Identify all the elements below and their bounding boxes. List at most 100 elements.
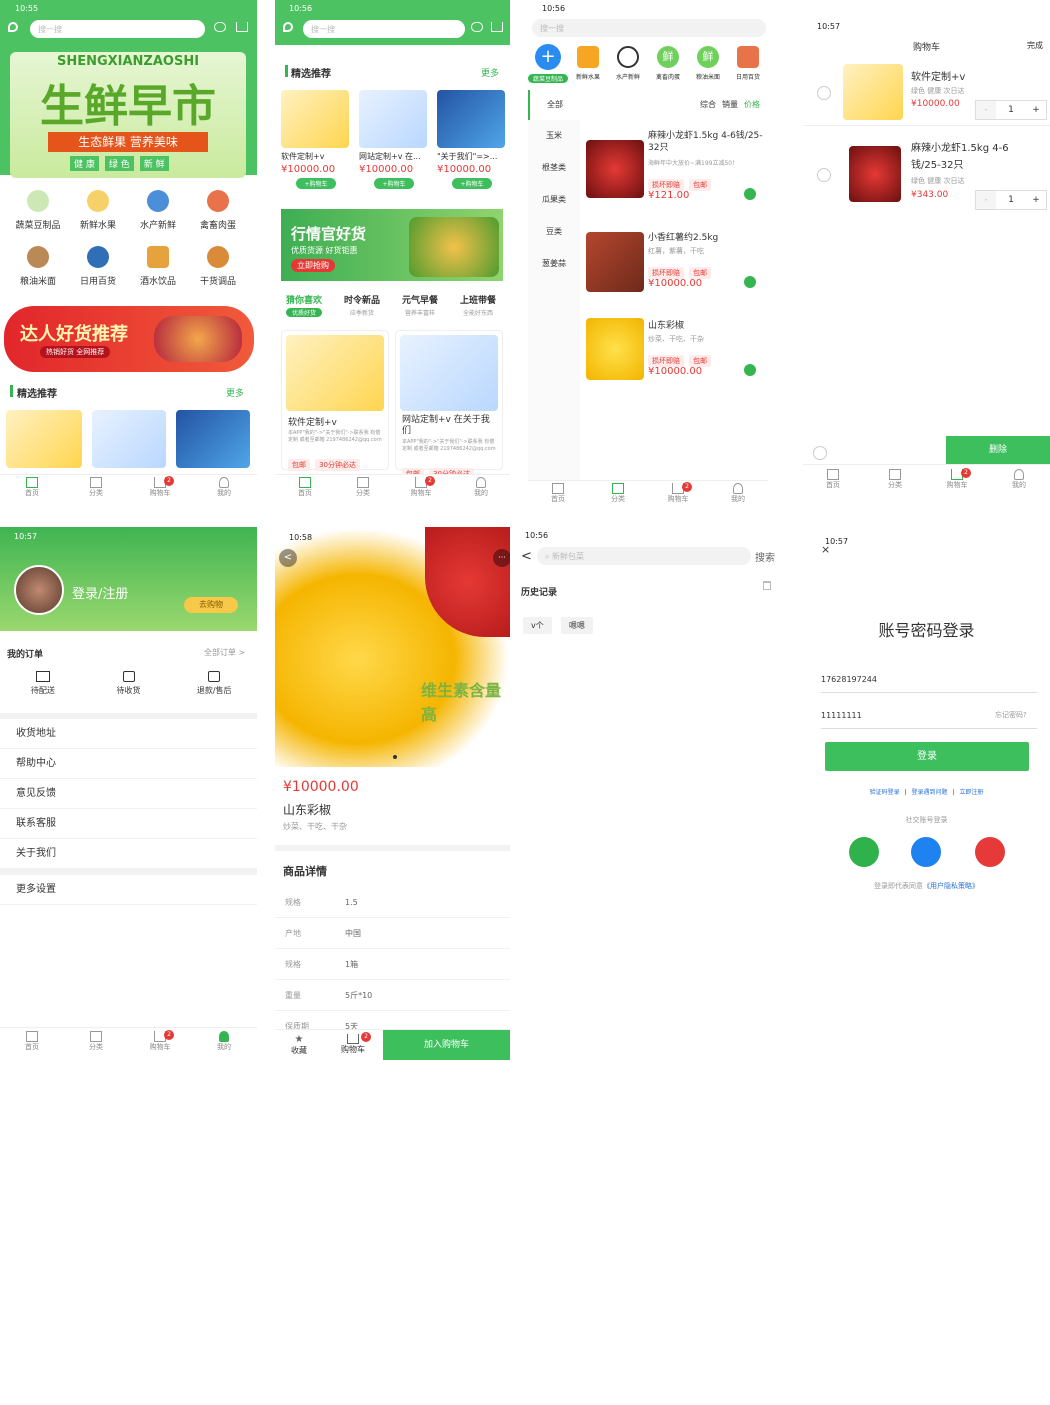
promo-banner[interactable]: 达人好货推荐 热销好货 全网推荐 [4,306,254,372]
menu-help[interactable]: 帮助中心 [0,749,257,779]
order-refund[interactable]: 退款/售后 [171,671,257,715]
back-icon[interactable]: < [279,549,297,567]
top-cat[interactable]: 水产新鲜 [608,44,648,83]
minus-button[interactable]: - [976,101,996,119]
product-row[interactable]: 小香红薯约2.5kg 红薯，紫薯，干吃 损坏即赔 包邮 ¥10000.00 [586,226,768,306]
search-button[interactable]: 搜索 [755,549,775,564]
search-input[interactable]: 搜一搜 [30,20,205,38]
category-seafood[interactable]: 水产新鲜 [128,190,188,231]
menu-about[interactable]: 关于我们 [0,839,257,869]
feed-card[interactable]: 软件定制+v 本APP"我的"->"关于我们"->联系我 有偿定制 或者至邮箱 … [281,330,389,471]
go-shop-button[interactable]: 去购物 [184,597,238,613]
history-chip[interactable]: v个 [523,617,552,634]
sort-sales[interactable]: 销量 [722,99,738,110]
plus-button[interactable]: + [1026,191,1046,209]
login-button[interactable]: 登录 [825,742,1029,771]
login-problem-link[interactable]: 登录遇到问题 [911,789,947,796]
more-link[interactable]: 更多 [481,66,499,79]
trash-icon[interactable] [763,581,771,590]
top-cat[interactable]: 鲜禽畜肉蛋 [648,44,688,83]
order-pending-delivery[interactable]: 待配送 [0,671,86,715]
wechat-icon[interactable] [849,837,879,867]
privacy-link[interactable]: 《用户隐私策略》 [923,882,979,890]
add-cart-button[interactable]: +购物车 [452,178,492,189]
feed-tab[interactable]: 元气早餐 营养丰富样 [391,293,449,319]
feed-tab[interactable]: 上班带餐 全能好东西 [449,293,507,319]
tab-home[interactable]: 首页 [20,1031,44,1052]
history-chip[interactable]: 嗯嗯 [561,617,593,634]
message-icon[interactable] [214,22,226,32]
top-cat[interactable]: 日用百货 [728,44,768,83]
tab-home[interactable]: 首页 [821,469,845,490]
side-item[interactable]: 葱姜蒜 [528,248,580,280]
side-item[interactable]: 豆类 [528,216,580,248]
category-grain[interactable]: 粮油米面 [8,246,68,287]
qq-icon[interactable] [911,837,941,867]
close-icon[interactable]: × [821,543,830,556]
feed-tab[interactable]: 猜你喜欢 优质好货 [275,293,333,319]
product-image[interactable] [176,410,250,468]
promo-button[interactable]: 立即抢购 [291,259,335,272]
checkbox[interactable] [817,86,831,100]
sort-composite[interactable]: 综合 [700,99,716,110]
login-link[interactable]: 登录/注册 [72,583,128,602]
forgot-link[interactable]: 忘记密码? [995,710,1027,720]
add-cart-icon[interactable] [744,276,756,288]
tab-mine[interactable]: 我的 [469,477,493,498]
tab-mine[interactable]: 我的 [212,1031,236,1052]
back-icon[interactable]: < [521,549,532,564]
add-cart-icon[interactable] [744,188,756,200]
top-cat[interactable]: 新鲜水果 [568,44,608,83]
delete-button[interactable]: 删除 [946,436,1050,464]
checkbox[interactable] [817,168,831,182]
plus-button[interactable]: + [1026,101,1046,119]
side-item[interactable]: 瓜果类 [528,184,580,216]
product-card[interactable]: "关于我们"=>... ¥10000.00 +购物车 [437,90,507,189]
done-button[interactable]: 完成 [1027,40,1043,51]
sms-login-link[interactable]: 验证码登录 [870,789,900,796]
search-input[interactable]: ⌕ 新鲜包菜 [537,547,751,565]
tab-mine[interactable]: 我的 [726,483,750,504]
search-input[interactable]: 搜一搜 [532,19,766,37]
sort-price[interactable]: 价格 [744,99,760,110]
side-item[interactable]: 玉米 [528,120,580,152]
add-to-cart-button[interactable]: 加入购物车 [383,1030,510,1060]
feed-tab[interactable]: 时令新品 应季新货 [333,293,391,319]
product-image[interactable] [6,410,82,468]
category-drinks[interactable]: 酒水饮品 [128,246,188,287]
minus-button[interactable]: - [976,191,996,209]
product-row[interactable]: 山东彩椒 炒菜、干吃、干杂 损坏即赔 包邮 ¥10000.00 [586,314,768,394]
product-row[interactable]: 麻辣小龙虾1.5kg 4-6钱/25-32只 海鲜年中大放价~满199立减50！… [586,128,768,208]
select-all-checkbox[interactable] [813,446,827,460]
tab-home[interactable]: 首页 [20,477,44,498]
add-cart-icon[interactable] [744,364,756,376]
more-link[interactable]: 更多 [226,386,244,399]
tab-mine[interactable]: 我的 [1007,469,1031,490]
cart-icon[interactable] [236,22,248,32]
top-cat[interactable]: + 蔬菜豆制品 [528,44,568,83]
more-icon[interactable]: ··· [493,549,510,567]
tab-category[interactable]: 分类 [351,477,375,498]
top-cat[interactable]: 鲜粮油米面 [688,44,728,83]
weibo-icon[interactable] [975,837,1005,867]
side-item[interactable]: 全部 [528,90,580,120]
order-pending-receipt[interactable]: 待收货 [86,671,172,715]
tab-category[interactable]: 分类 [883,469,907,490]
register-link[interactable]: 立即注册 [959,789,983,796]
category-vegetables[interactable]: 蔬菜豆制品 [8,190,68,231]
category-meat[interactable]: 禽畜肉蛋 [188,190,248,231]
message-icon[interactable] [471,22,483,32]
category-fruit[interactable]: 新鲜水果 [68,190,128,231]
feed-card[interactable]: 网站定制+v 在关于我们 本APP"我的"->"关于我们"->联系我 有偿定制 … [395,330,503,480]
side-item[interactable]: 根茎类 [528,152,580,184]
quantity-stepper[interactable]: - 1 + [975,190,1047,210]
product-card[interactable]: 网站定制+v 在... ¥10000.00 +购物车 [359,90,429,189]
phone-field[interactable]: 17628197244 [821,667,1037,693]
tab-category[interactable]: 分类 [606,483,630,504]
product-card[interactable]: 软件定制+v ¥10000.00 +购物车 [281,90,351,189]
category-dried[interactable]: 干货调品 [188,246,248,287]
menu-service[interactable]: 联系客服 [0,809,257,839]
product-image[interactable] [92,410,166,468]
cart-icon[interactable] [491,22,503,32]
tab-mine[interactable]: 我的 [212,477,236,498]
